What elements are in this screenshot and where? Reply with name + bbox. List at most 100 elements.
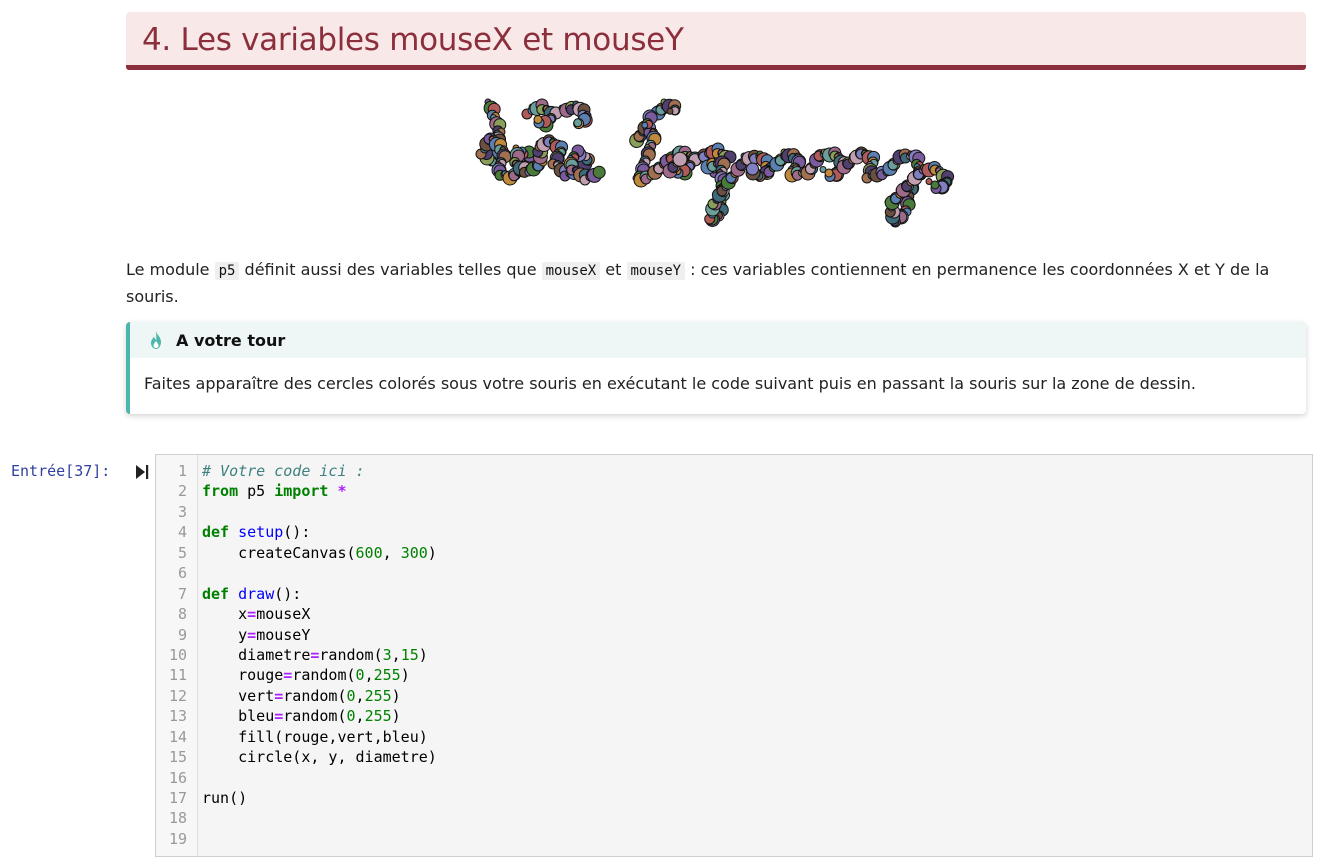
line-number: 9 (177, 625, 187, 644)
code-token: 15 (400, 645, 419, 664)
code-text: diametre=random(3,15) (202, 645, 428, 665)
code-token: def (202, 523, 230, 542)
admonition-body: Faites apparaître des cercles colorés so… (144, 374, 1196, 393)
code-token: mouseY (256, 625, 311, 644)
code-token: def (202, 584, 230, 603)
code-token: ) (427, 543, 437, 562)
code-token: y (202, 625, 248, 644)
code-line[interactable]: 4 def setup(): (156, 522, 1312, 542)
code-text: rouge=random(0,255) (202, 665, 410, 685)
exercise-admonition: A votre tour Faites apparaître des cercl… (126, 322, 1306, 414)
code-text: run() (202, 788, 247, 808)
notebook-page: 4. Les variables mouseX et mouseY Le mod… (0, 0, 1337, 860)
run-cell-icon[interactable] (134, 463, 150, 481)
code-token: from (202, 482, 239, 501)
code-line[interactable]: 3 (156, 502, 1312, 522)
line-number: 6 (177, 564, 187, 583)
line-number: 18 (168, 809, 187, 828)
line-number: 2 (177, 482, 187, 501)
code-token: 3 (382, 645, 392, 664)
code-text: vert=random(0,255) (202, 686, 401, 706)
inline-code-p5: p5 (214, 262, 240, 280)
code-line[interactable]: 8 x=mouseX (156, 604, 1312, 624)
cell-input-prompt: Entrée[37]: (11, 462, 111, 480)
code-line[interactable]: 12 vert=random(0,255) (156, 686, 1312, 706)
paragraph-text: définit aussi des variables telles que (239, 260, 542, 279)
line-number: 7 (177, 584, 187, 603)
code-token: 0 (355, 666, 365, 685)
code-line[interactable]: 19 (156, 829, 1312, 849)
line-number: 17 (168, 789, 187, 807)
code-line[interactable]: 11 rouge=random(0,255) (156, 665, 1312, 685)
scribble-circle (641, 121, 649, 129)
code-token: 255 (364, 686, 392, 705)
colored-circle-handwriting-image (475, 98, 955, 228)
code-token: , (391, 645, 401, 664)
line-number: 8 (177, 605, 187, 624)
code-line[interactable]: 2 from p5 import * (156, 481, 1312, 501)
code-token: fill(rouge,vert,bleu) (202, 727, 428, 746)
code-token: x (202, 605, 248, 624)
code-line[interactable]: 1 # Votre code ici : (156, 461, 1312, 481)
code-token: mouseX (256, 605, 311, 624)
code-token: (): (274, 584, 302, 603)
paragraph-text: et (600, 260, 627, 279)
code-token: rouge (202, 666, 284, 685)
code-text: from p5 import * (202, 481, 347, 501)
code-token: 300 (400, 543, 428, 562)
code-token: random( (319, 645, 383, 664)
code-line[interactable]: 10 diametre=random(3,15) (156, 645, 1312, 665)
line-number: 3 (177, 502, 187, 521)
code-line[interactable]: 5 createCanvas(600, 300) (156, 543, 1312, 563)
code-token: , (355, 707, 365, 726)
scribble-circle (672, 151, 688, 167)
code-line[interactable]: 15 circle(x, y, diametre) (156, 747, 1312, 767)
code-lines[interactable]: 1 # Votre code ici : 2 from p5 import * 3 4 de… (156, 461, 1312, 849)
code-token: 255 (364, 707, 392, 726)
admonition-header: A votre tour (130, 322, 1306, 358)
code-token: * (337, 482, 347, 501)
inline-code-mousex: mouseX (541, 262, 601, 280)
code-text: bleu=random(0,255) (202, 706, 401, 726)
code-line[interactable]: 9 y=mouseY (156, 625, 1312, 645)
code-token: , (355, 686, 365, 705)
flame-icon (151, 331, 161, 349)
code-token: , (364, 666, 374, 685)
code-token: draw (238, 584, 275, 603)
admonition-title: A votre tour (176, 330, 286, 350)
code-token: 255 (373, 666, 401, 685)
code-line[interactable]: 14 fill(rouge,vert,bleu) (156, 727, 1312, 747)
code-editor[interactable]: 1 # Votre code ici : 2 from p5 import * 3 4 de… (155, 454, 1313, 857)
line-number: 13 (168, 707, 187, 726)
code-token: = (274, 686, 284, 705)
scribble-circle (592, 165, 606, 179)
line-number: 5 (177, 543, 187, 562)
code-line[interactable]: 17 run() (156, 788, 1312, 808)
section-title: 4. Les variables mouseX et mouseY (142, 22, 684, 58)
code-token: run() (202, 789, 248, 807)
code-token: ) (391, 686, 401, 705)
code-line[interactable]: 6 (156, 563, 1312, 583)
code-token: (): (283, 523, 311, 542)
line-number: 16 (168, 768, 187, 787)
code-line[interactable]: 16 (156, 768, 1312, 788)
code-token: bleu (202, 707, 275, 726)
line-number: 11 (168, 666, 187, 685)
code-token: circle(x, y, diametre) (202, 748, 437, 767)
code-line[interactable]: 18 (156, 808, 1312, 828)
code-token: = (274, 707, 284, 726)
scribble-circle (746, 162, 759, 176)
code-token: ) (400, 666, 410, 685)
code-text: fill(rouge,vert,bleu) (202, 727, 428, 747)
code-token: 0 (346, 686, 356, 705)
scribble-circle (819, 166, 827, 173)
code-line[interactable]: 13 bleu=random(0,255) (156, 706, 1312, 726)
code-token: random( (283, 686, 347, 705)
code-token: # Votre code ici : (202, 462, 365, 480)
code-token: createCanvas( (202, 543, 356, 562)
line-number: 10 (168, 645, 187, 664)
code-text: y=mouseY (202, 625, 310, 645)
code-line[interactable]: 7 def draw(): (156, 584, 1312, 604)
